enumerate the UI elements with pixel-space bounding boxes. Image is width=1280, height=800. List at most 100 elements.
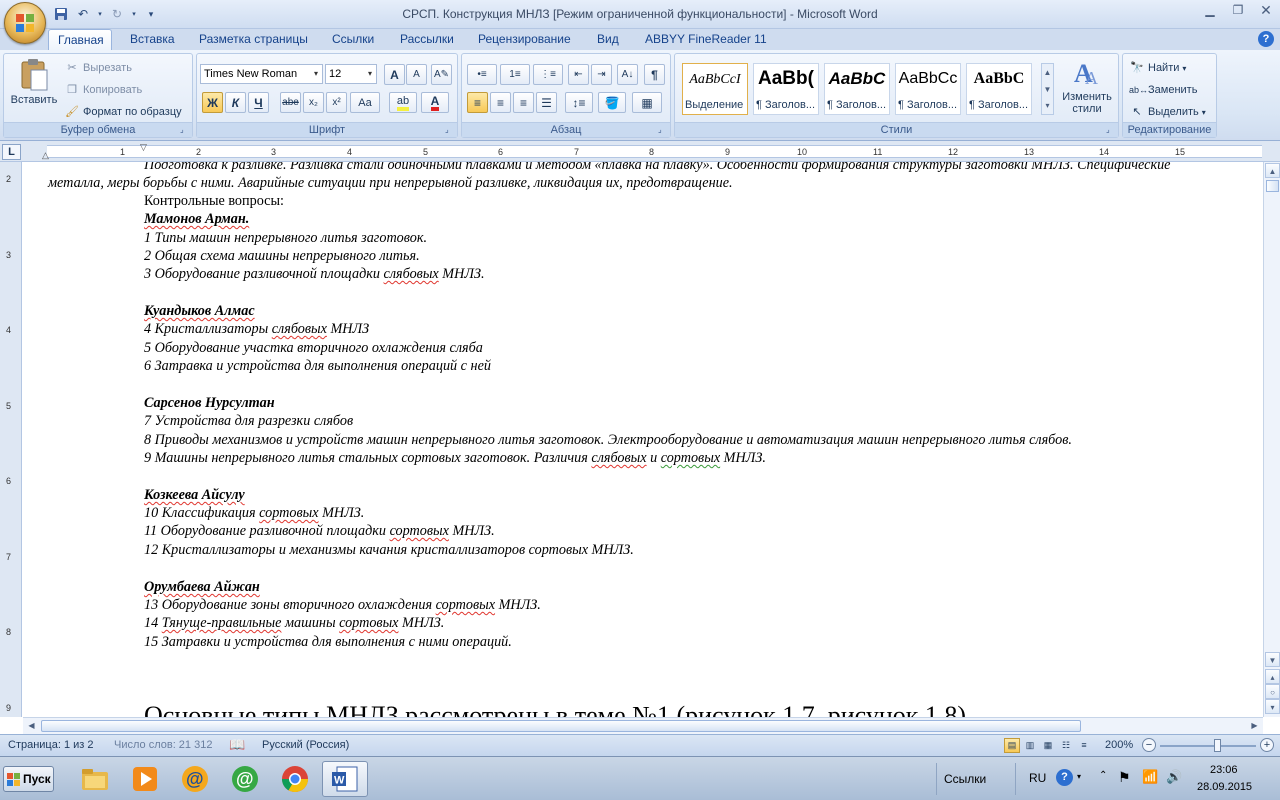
- tab-insert[interactable]: Вставка: [121, 29, 184, 50]
- tab-references[interactable]: Ссылки: [323, 29, 383, 50]
- horizontal-scrollbar[interactable]: ◀ ▶: [23, 717, 1263, 734]
- find-dropdown-icon[interactable]: ▾: [1182, 64, 1186, 73]
- left-indent-marker-icon[interactable]: △: [42, 150, 49, 161]
- select-dropdown-icon[interactable]: ▾: [1202, 108, 1206, 117]
- language-options-icon[interactable]: ▾: [1077, 772, 1081, 781]
- scroll-down-icon[interactable]: ▼: [1265, 652, 1280, 667]
- tab-view[interactable]: Вид: [588, 29, 628, 50]
- vertical-scrollbar[interactable]: ▲ ▼ ▴ ○ ▾: [1263, 162, 1280, 717]
- grow-font-button[interactable]: A: [384, 64, 405, 85]
- style-heading2[interactable]: AaBbC ¶ Заголов...: [824, 63, 890, 115]
- style-heading4[interactable]: AaBbC ¶ Заголов...: [966, 63, 1032, 115]
- font-size-combo[interactable]: 12 ▾: [325, 64, 377, 84]
- align-center-button[interactable]: ≡: [490, 92, 511, 113]
- word-taskbar-button[interactable]: W: [322, 761, 368, 797]
- media-player-taskbar-button[interactable]: [122, 761, 168, 797]
- highlight-button[interactable]: ab: [389, 92, 417, 113]
- draft-icon[interactable]: ≡: [1076, 738, 1092, 753]
- decrease-indent-button[interactable]: ⇤: [568, 64, 589, 85]
- paragraph-launcher-icon[interactable]: ⌟: [658, 125, 668, 135]
- select-browse-object-icon[interactable]: ○: [1265, 684, 1280, 699]
- tab-mailings[interactable]: Рассылки: [391, 29, 463, 50]
- chrome-taskbar-button[interactable]: [272, 761, 318, 797]
- office-button[interactable]: [4, 2, 46, 44]
- change-styles-button[interactable]: AA Изменить стили: [1058, 58, 1116, 115]
- paste-button[interactable]: Вставить: [8, 58, 60, 106]
- font-color-button[interactable]: A: [421, 92, 449, 113]
- font-name-combo[interactable]: Times New Roman ▾: [200, 64, 323, 84]
- restore-icon[interactable]: ❐: [1224, 0, 1252, 20]
- scroll-left-icon[interactable]: ◀: [24, 719, 39, 733]
- align-left-button[interactable]: ≡: [467, 92, 488, 113]
- prev-page-icon[interactable]: ▴: [1265, 669, 1280, 684]
- justify-button[interactable]: ☰: [536, 92, 557, 113]
- strikethrough-button[interactable]: abe: [280, 92, 301, 113]
- language-status[interactable]: Русский (Россия): [262, 739, 349, 751]
- links-toolbar[interactable]: Ссылки: [944, 772, 986, 786]
- bullets-button[interactable]: •≡: [467, 64, 497, 85]
- tab-review[interactable]: Рецензирование: [469, 29, 580, 50]
- mail-agent-taskbar-button[interactable]: @: [172, 761, 218, 797]
- icq-taskbar-button[interactable]: @: [222, 761, 268, 797]
- next-page-icon[interactable]: ▾: [1265, 699, 1280, 714]
- word-count[interactable]: Число слов: 21 312: [114, 739, 212, 751]
- zoom-in-icon[interactable]: +: [1260, 738, 1274, 752]
- minimize-icon[interactable]: ▁: [1196, 0, 1224, 20]
- line-spacing-button[interactable]: ↕≡: [565, 92, 593, 113]
- styles-down-icon[interactable]: ▼: [1042, 81, 1053, 98]
- full-screen-icon[interactable]: ▥: [1022, 738, 1038, 753]
- h-scroll-thumb[interactable]: [41, 720, 1081, 732]
- clear-format-button[interactable]: A✎: [431, 64, 452, 85]
- borders-button[interactable]: ▦: [632, 92, 662, 113]
- vertical-ruler[interactable]: 2 3 4 5 6 7 8 9: [0, 162, 22, 717]
- styles-more-icon[interactable]: ▾: [1042, 98, 1053, 114]
- tab-selector-button[interactable]: L: [2, 144, 21, 160]
- indent-marker-icon[interactable]: ▽: [140, 142, 147, 153]
- help-icon[interactable]: ?: [1258, 31, 1274, 47]
- format-painter-button[interactable]: 🖌 Формат по образцу: [64, 104, 182, 120]
- styles-up-icon[interactable]: ▲: [1042, 64, 1053, 81]
- clipboard-launcher-icon[interactable]: ⌟: [180, 125, 190, 135]
- style-emphasis[interactable]: AaBbCcI Выделение: [682, 63, 748, 115]
- sort-button[interactable]: A↓: [617, 64, 638, 85]
- underline-button[interactable]: Ч: [248, 92, 269, 113]
- select-button[interactable]: ↖ Выделить ▾: [1129, 104, 1206, 120]
- action-center-icon[interactable]: ⚑: [1118, 769, 1131, 786]
- volume-icon[interactable]: 🔊: [1166, 769, 1182, 785]
- zoom-slider[interactable]: [1160, 739, 1256, 752]
- start-button[interactable]: Пуск: [3, 766, 54, 792]
- font-name-dropdown-icon[interactable]: ▾: [310, 65, 322, 83]
- shading-button[interactable]: 🪣: [598, 92, 626, 113]
- zoom-slider-thumb[interactable]: [1214, 739, 1221, 752]
- zoom-level[interactable]: 200%: [1105, 739, 1133, 751]
- numbering-button[interactable]: 1≡: [500, 64, 530, 85]
- show-hidden-icons-icon[interactable]: ⌃: [1099, 770, 1107, 781]
- network-icon[interactable]: 📶: [1142, 769, 1158, 785]
- scroll-up-icon[interactable]: ▲: [1265, 163, 1280, 178]
- scroll-right-icon[interactable]: ▶: [1247, 719, 1262, 733]
- outline-icon[interactable]: ☷: [1058, 738, 1074, 753]
- proofing-icon[interactable]: 📖: [229, 737, 245, 753]
- italic-button[interactable]: К: [225, 92, 246, 113]
- help-tray-icon[interactable]: ?: [1056, 769, 1073, 786]
- page-count[interactable]: Страница: 1 из 2: [8, 739, 94, 751]
- tab-abbyy[interactable]: ABBYY FineReader 11: [636, 29, 776, 50]
- shrink-font-button[interactable]: A: [406, 64, 427, 85]
- document-page[interactable]: Подготовка к разливке. Разливка стали од…: [23, 162, 1263, 717]
- increase-indent-button[interactable]: ⇥: [591, 64, 612, 85]
- style-heading3[interactable]: AaBbCc ¶ Заголов...: [895, 63, 961, 115]
- multilevel-list-button[interactable]: ⋮≡: [533, 64, 563, 85]
- copy-button[interactable]: ❐ Копировать: [64, 82, 142, 98]
- styles-launcher-icon[interactable]: ⌟: [1106, 125, 1116, 135]
- language-indicator[interactable]: RU: [1029, 771, 1046, 785]
- scroll-thumb[interactable]: [1266, 180, 1279, 192]
- style-heading1[interactable]: AaBb( ¶ Заголов...: [753, 63, 819, 115]
- bold-button[interactable]: Ж: [202, 92, 223, 113]
- cut-button[interactable]: ✂ Вырезать: [64, 60, 132, 76]
- close-icon[interactable]: ✕: [1252, 0, 1280, 20]
- font-launcher-icon[interactable]: ⌟: [445, 125, 455, 135]
- align-right-button[interactable]: ≡: [513, 92, 534, 113]
- zoom-out-icon[interactable]: −: [1142, 738, 1156, 752]
- show-marks-button[interactable]: ¶: [644, 64, 665, 85]
- subscript-button[interactable]: x₂: [303, 92, 324, 113]
